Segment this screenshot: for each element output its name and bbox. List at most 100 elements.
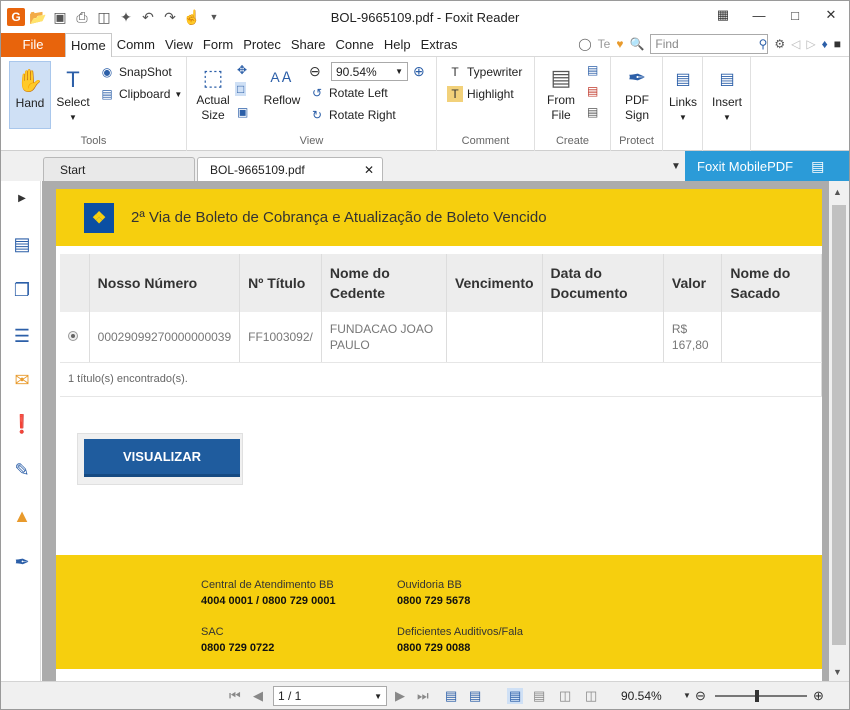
rotate-left-button[interactable]: ↺ Rotate Left <box>309 84 388 102</box>
zoom-dropdown-icon[interactable]: ▼ <box>683 691 691 700</box>
vertical-scrollbar[interactable]: ▲ ▼ <box>829 181 849 681</box>
tabs-dropdown-icon[interactable]: ▼ <box>671 161 681 172</box>
visualizar-button[interactable]: VISUALIZAR <box>84 439 240 477</box>
minimize-icon[interactable]: — <box>741 1 777 29</box>
hand-button[interactable]: ✋ Hand <box>9 61 51 129</box>
insert-button[interactable]: ▤ Insert ▼ <box>707 63 747 125</box>
facing-icon[interactable]: ◫ <box>559 688 571 704</box>
table-row[interactable]: 00029099270000000039 FF1003092/ FUNDACAO… <box>60 312 822 363</box>
gear-icon[interactable]: ⚙ <box>774 37 785 51</box>
open-folder-icon[interactable]: 📂 <box>29 8 47 26</box>
create-blank-icon[interactable]: ▤ <box>587 63 598 77</box>
next-view-icon[interactable]: ▤ <box>469 688 481 704</box>
forward-arrow-icon[interactable]: ▷ <box>806 37 815 51</box>
zoom-select[interactable]: 90.54% ▼ <box>331 62 408 81</box>
tell-me-label[interactable]: Te <box>598 37 611 51</box>
signatures-icon[interactable]: ✎ <box>9 457 35 483</box>
tab-start[interactable]: Start <box>43 157 195 181</box>
reflow-button[interactable]: AＡ Reflow <box>261 61 303 108</box>
user-avatar-icon[interactable]: ■ <box>834 37 841 51</box>
scroll-up-icon[interactable]: ▲ <box>833 187 842 197</box>
zoom-in-icon[interactable]: ⊕ <box>413 63 425 80</box>
zoom-out-icon[interactable]: ⊖ <box>309 63 321 80</box>
save-icon[interactable]: ▣ <box>51 8 69 26</box>
row-radio-button[interactable] <box>68 330 78 341</box>
zoom-slider-knob[interactable] <box>755 690 759 702</box>
page-number-select[interactable]: 1 / 1 ▼ <box>273 686 387 706</box>
customize-dropdown-icon[interactable]: ▼ <box>205 8 223 26</box>
file-menu[interactable]: File <box>1 32 65 57</box>
foxit-mobilepdf-button[interactable]: Foxit MobilePDF ▤ <box>685 151 849 181</box>
links-button[interactable]: ▤ Links ▼ <box>665 63 701 125</box>
tab-comment[interactable]: Comm <box>112 33 160 57</box>
attachments-icon[interactable]: ❗ <box>9 411 35 437</box>
zoom-slider[interactable] <box>715 690 807 702</box>
snapshot-button[interactable]: ◉ SnapShot <box>99 63 172 81</box>
previous-view-icon[interactable]: ▤ <box>445 688 457 704</box>
create-scanner-icon[interactable]: ▤ <box>587 84 598 98</box>
zoom-in-icon[interactable]: ⊕ <box>813 688 824 704</box>
prev-page-icon[interactable]: ◀ <box>253 688 263 704</box>
clipboard-button[interactable]: ▤ Clipboard ▼ <box>99 85 182 103</box>
layers-icon[interactable]: ☰ <box>9 323 35 349</box>
pages-icon[interactable]: ❐ <box>9 277 35 303</box>
user-sign-icon[interactable]: ✒ <box>9 549 35 575</box>
search-icon[interactable]: ⚲ <box>759 37 768 51</box>
maximize-icon[interactable]: □ <box>777 1 813 29</box>
lightbulb-icon[interactable]: ◯ <box>578 37 591 51</box>
hand-tool-icon[interactable]: ☝ <box>183 8 201 26</box>
select-button[interactable]: T Select ▼ <box>53 63 93 125</box>
print-icon[interactable]: ⎙ <box>73 8 91 26</box>
create-clipboard-icon[interactable]: ▤ <box>587 105 598 119</box>
continuous-icon[interactable]: ▤ <box>533 688 545 704</box>
from-file-label-1: From <box>547 93 575 107</box>
from-file-button[interactable]: ▤ From File <box>541 61 581 123</box>
foxit-logo-icon[interactable]: G <box>7 8 25 26</box>
highlight-button[interactable]: T Highlight <box>447 85 514 103</box>
properties-icon[interactable]: ◫ <box>95 8 113 26</box>
bell-icon[interactable]: ♦ <box>822 37 828 51</box>
fit-width-icon[interactable]: □ <box>235 82 247 96</box>
pdf-sign-button[interactable]: ✒ PDF Sign <box>617 61 657 123</box>
tab-extras[interactable]: Extras <box>416 33 463 57</box>
close-tab-icon[interactable]: ✕ <box>364 163 374 177</box>
tab-share[interactable]: Share <box>286 33 331 57</box>
find-input[interactable]: Find ⚲ <box>650 34 769 54</box>
undo-icon[interactable]: ↶ <box>139 8 157 26</box>
tab-form[interactable]: Form <box>198 33 238 57</box>
tab-view[interactable]: View <box>160 33 198 57</box>
tab-help[interactable]: Help <box>379 33 416 57</box>
expand-panel-icon[interactable]: ▶ <box>9 185 35 211</box>
first-page-icon[interactable]: ⏮ <box>229 688 241 704</box>
security-lock-icon[interactable]: ▲ <box>9 503 35 529</box>
fit-visible-icon[interactable]: ▣ <box>237 105 248 119</box>
document-viewport[interactable]: ❖ 2ª Via de Boleto de Cobrança e Atualiz… <box>42 181 829 681</box>
search-doc-icon[interactable]: 🔍 <box>629 37 644 51</box>
actual-size-button[interactable]: ⬚ Actual Size <box>193 61 233 123</box>
next-page-icon[interactable]: ▶ <box>395 688 405 704</box>
continuous-facing-icon[interactable]: ◫ <box>585 688 597 704</box>
heart-icon[interactable]: ♥ <box>616 37 623 51</box>
status-zoom-value[interactable]: 90.54% <box>621 689 662 703</box>
new-icon[interactable]: ✦ <box>117 8 135 26</box>
restore-icon[interactable]: ▦ <box>705 1 741 29</box>
fit-page-icon[interactable]: ✥ <box>237 63 247 77</box>
single-page-icon[interactable]: ▤ <box>507 688 524 704</box>
scroll-down-icon[interactable]: ▼ <box>833 667 842 677</box>
scroll-thumb[interactable] <box>832 205 846 645</box>
row-select-cell[interactable] <box>60 312 90 363</box>
last-page-icon[interactable]: ⏭ <box>417 688 429 704</box>
bookmark-icon[interactable]: ▤ <box>9 231 35 257</box>
sac-label: SAC <box>201 626 224 638</box>
rotate-right-button[interactable]: ↻ Rotate Right <box>309 106 396 124</box>
redo-icon[interactable]: ↷ <box>161 8 179 26</box>
close-icon[interactable]: ✕ <box>813 1 849 29</box>
tab-home[interactable]: Home <box>65 32 112 58</box>
comments-icon[interactable]: ✉ <box>9 367 35 393</box>
zoom-out-icon[interactable]: ⊖ <box>695 688 706 704</box>
tab-connect[interactable]: Conne <box>331 33 379 57</box>
tab-protect[interactable]: Protec <box>238 33 286 57</box>
back-arrow-icon[interactable]: ◁ <box>791 37 800 51</box>
typewriter-button[interactable]: T Typewriter <box>447 63 522 81</box>
tab-document[interactable]: BOL-9665109.pdf ✕ <box>197 157 383 181</box>
